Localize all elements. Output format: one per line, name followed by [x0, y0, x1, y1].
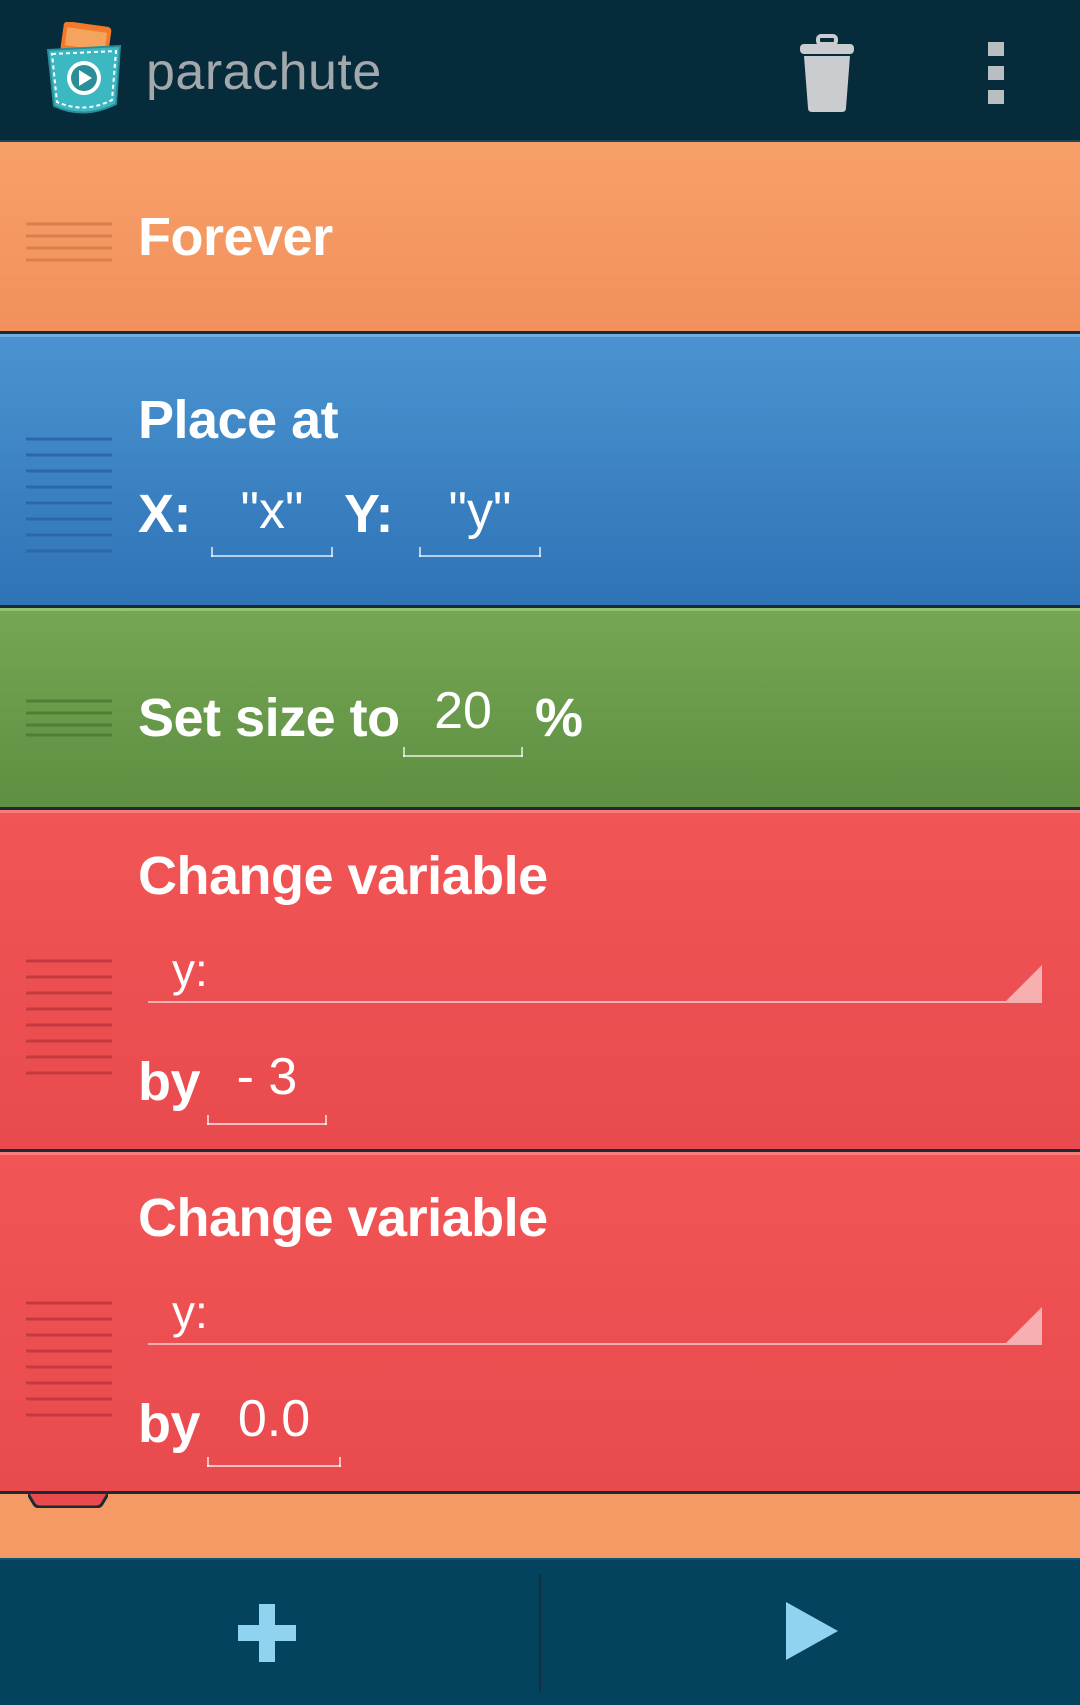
drag-handle-icon[interactable] [26, 957, 112, 1077]
app-title: parachute [146, 43, 382, 101]
trash-icon[interactable] [796, 34, 858, 114]
dropdown-arrow-icon [1006, 1307, 1042, 1343]
drag-handle-icon[interactable] [26, 220, 112, 270]
by-input[interactable]: 0.0 [207, 1389, 341, 1467]
variable-dropdown[interactable]: y: [148, 1283, 1042, 1345]
drag-handle-icon[interactable] [26, 1299, 112, 1419]
brick-change-variable[interactable]: Change variable y: by 0.0 [0, 1152, 1080, 1492]
brick-connector [28, 1494, 108, 1508]
brick-set-size[interactable]: Set size to 20 % [0, 608, 1080, 808]
size-input[interactable]: 20 [403, 681, 523, 757]
brick-change-variable[interactable]: Change variable y: by - 3 [0, 810, 1080, 1150]
variable-value: y: [172, 944, 208, 996]
brick-title: Set size to [138, 688, 400, 748]
variable-dropdown[interactable]: y: [148, 941, 1042, 1003]
app-logo-icon[interactable] [44, 22, 124, 122]
brick-separator [0, 1491, 1080, 1494]
x-input[interactable]: "x" [211, 481, 333, 557]
plus-icon[interactable] [238, 1604, 296, 1662]
action-bar: parachute [0, 0, 1080, 142]
variable-value: y: [172, 1286, 208, 1338]
bottom-bar [0, 1558, 1080, 1705]
brick-title: Change variable [138, 846, 548, 906]
by-label: by [138, 1394, 201, 1454]
by-input[interactable]: - 3 [207, 1047, 327, 1125]
brick-title: Forever [138, 207, 333, 267]
brick-title: Place at [138, 390, 339, 450]
brick-place-at[interactable]: Place at X: "x" Y: "y" [0, 334, 1080, 606]
drag-handle-icon[interactable] [26, 435, 112, 555]
bottom-bar-divider [539, 1574, 541, 1692]
by-label: by [138, 1052, 201, 1112]
more-vert-icon[interactable] [980, 38, 1012, 108]
brick-forever[interactable]: Forever [0, 142, 1080, 332]
y-label: Y: [344, 484, 394, 544]
x-label: X: [138, 484, 192, 544]
dropdown-arrow-icon [1006, 965, 1042, 1001]
y-input[interactable]: "y" [419, 481, 541, 557]
play-icon[interactable] [784, 1602, 838, 1660]
brick-title: Change variable [138, 1188, 548, 1248]
percent-label: % [535, 688, 583, 748]
drag-handle-icon[interactable] [26, 697, 112, 737]
